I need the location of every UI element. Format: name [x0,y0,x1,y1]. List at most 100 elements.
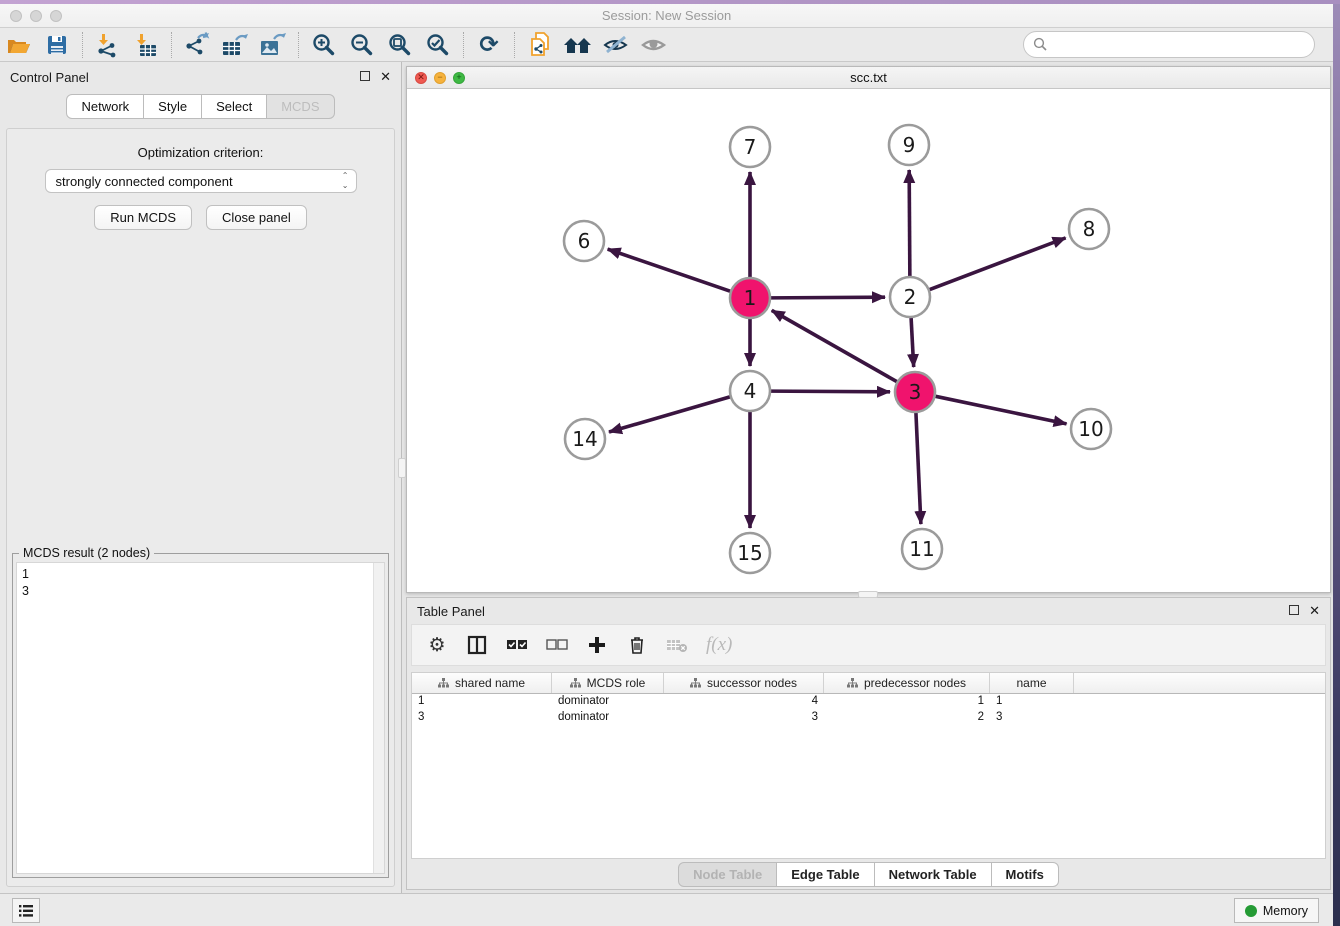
graph-node-2[interactable]: 2 [890,277,930,317]
graph-node-6[interactable]: 6 [564,221,604,261]
hide-selected-icon[interactable] [597,30,635,60]
svg-text:10: 10 [1078,417,1103,441]
edge-2-9[interactable] [909,170,910,276]
toggle-panel-icon[interactable] [466,635,488,655]
open-session-icon[interactable] [0,30,38,60]
close-network-button[interactable]: ✕ [415,72,427,84]
edge-3-10[interactable] [936,396,1067,424]
table-cell[interactable]: 4 [664,694,824,710]
table-cell[interactable]: 3 [412,710,552,726]
app-titlebar: Session: New Session [0,4,1333,28]
save-session-icon[interactable] [38,30,76,60]
tab-style[interactable]: Style [144,94,202,119]
task-history-button[interactable] [12,898,40,923]
graph-node-1[interactable]: 1 [730,278,770,318]
tab-network-table[interactable]: Network Table [875,862,992,887]
zoom-out-icon[interactable] [343,30,381,60]
edge-1-2[interactable] [771,297,885,298]
delete-column-icon[interactable] [626,635,648,655]
criterion-select[interactable]: strongly connected component ⌃⌄ [45,169,357,193]
first-neighbors-icon[interactable] [559,30,597,60]
network-graph[interactable]: 7 9 6 8 1 2 4 3 14 10 15 11 [407,89,1330,592]
table-cell[interactable]: dominator [552,710,664,726]
table-cell[interactable]: 1 [824,694,990,710]
zoom-in-icon[interactable] [305,30,343,60]
svg-text:4: 4 [744,379,757,403]
svg-text:1: 1 [744,286,757,310]
graph-node-11[interactable]: 11 [902,529,942,569]
graph-node-4[interactable]: 4 [730,371,770,411]
close-panel-button-2[interactable]: Close panel [206,205,307,230]
toolbar-separator [514,32,515,58]
export-image-icon[interactable] [254,30,292,60]
deselect-all-rows-icon[interactable] [546,638,568,652]
select-all-rows-icon[interactable] [506,638,528,652]
tab-motifs[interactable]: Motifs [992,862,1059,887]
edge-3-1[interactable] [772,310,897,381]
search-field[interactable] [1023,31,1315,58]
column-header-shared-name[interactable]: shared name [412,673,552,693]
table-cell[interactable]: 3 [664,710,824,726]
tab-mcds[interactable]: MCDS [267,94,334,119]
column-header-MCDS-role[interactable]: MCDS role [552,673,664,693]
graph-node-10[interactable]: 10 [1071,409,1111,449]
duplicate-network-icon[interactable] [521,30,559,60]
network-desktop: scc.txt ✕ − + 7968124314101511 Table Pan… [402,62,1333,893]
horizontal-splitter-handle[interactable] [398,458,406,478]
memory-button[interactable]: Memory [1234,898,1319,923]
refresh-view-icon[interactable]: ⟳ [470,30,508,60]
minimize-network-button[interactable]: − [434,72,446,84]
control-panel-tabs: NetworkStyleSelectMCDS [0,94,401,119]
graph-node-7[interactable]: 7 [730,127,770,167]
table-row[interactable]: 3dominator323 [412,710,1325,726]
table-cell[interactable]: 1 [990,694,1074,710]
graph-node-3[interactable]: 3 [895,372,935,412]
network-canvas[interactable]: 7 9 6 8 1 2 4 3 14 10 15 11 [407,89,1330,592]
edge-4-14[interactable] [609,397,730,432]
import-table-icon[interactable] [127,30,165,60]
edge-3-11[interactable] [916,413,921,524]
zoom-selected-icon[interactable] [419,30,457,60]
float-table-panel-button[interactable] [1289,604,1299,618]
table-cell[interactable]: 1 [412,694,552,710]
export-network-icon[interactable] [178,30,216,60]
table-row[interactable]: 1dominator411 [412,694,1325,710]
table-cell[interactable]: 2 [824,710,990,726]
mcds-result-list[interactable]: 1 3 [16,562,385,874]
column-header-predecessor-nodes[interactable]: predecessor nodes [824,673,990,693]
float-panel-button[interactable] [360,70,370,84]
maximize-network-button[interactable]: + [453,72,465,84]
tab-select[interactable]: Select [202,94,267,119]
column-header-name[interactable]: name [990,673,1074,693]
table-tabs: Node TableEdge TableNetwork TableMotifs [407,859,1330,889]
column-type-icon [570,678,581,688]
apply-function-icon[interactable]: f(x) [706,634,732,656]
edge-2-8[interactable] [930,238,1066,290]
graph-node-8[interactable]: 8 [1069,209,1109,249]
export-table-icon[interactable] [216,30,254,60]
table-cell[interactable]: 3 [990,710,1074,726]
mcds-result-values: 1 3 [17,563,384,600]
edge-2-3[interactable] [911,318,914,367]
graph-node-15[interactable]: 15 [730,533,770,573]
edge-1-6[interactable] [608,249,730,291]
import-network-icon[interactable] [89,30,127,60]
show-all-icon[interactable] [635,30,673,60]
close-panel-button[interactable]: ✕ [380,69,391,85]
vertical-splitter-handle[interactable] [858,591,878,598]
graph-node-14[interactable]: 14 [565,419,605,459]
column-header-successor-nodes[interactable]: successor nodes [664,673,824,693]
run-mcds-button[interactable]: Run MCDS [94,205,192,230]
tab-edge-table[interactable]: Edge Table [777,862,874,887]
table-settings-icon[interactable]: ⚙ [426,634,448,657]
table-cell[interactable]: dominator [552,694,664,710]
add-column-icon[interactable] [586,636,608,654]
zoom-fit-icon[interactable] [381,30,419,60]
edge-4-3[interactable] [771,391,890,392]
delete-table-icon[interactable] [666,637,688,653]
result-scrollbar[interactable] [373,563,384,873]
tab-network[interactable]: Network [66,94,144,119]
tab-node-table[interactable]: Node Table [678,862,777,887]
close-table-panel-button[interactable]: ✕ [1309,603,1320,619]
graph-node-9[interactable]: 9 [889,125,929,165]
